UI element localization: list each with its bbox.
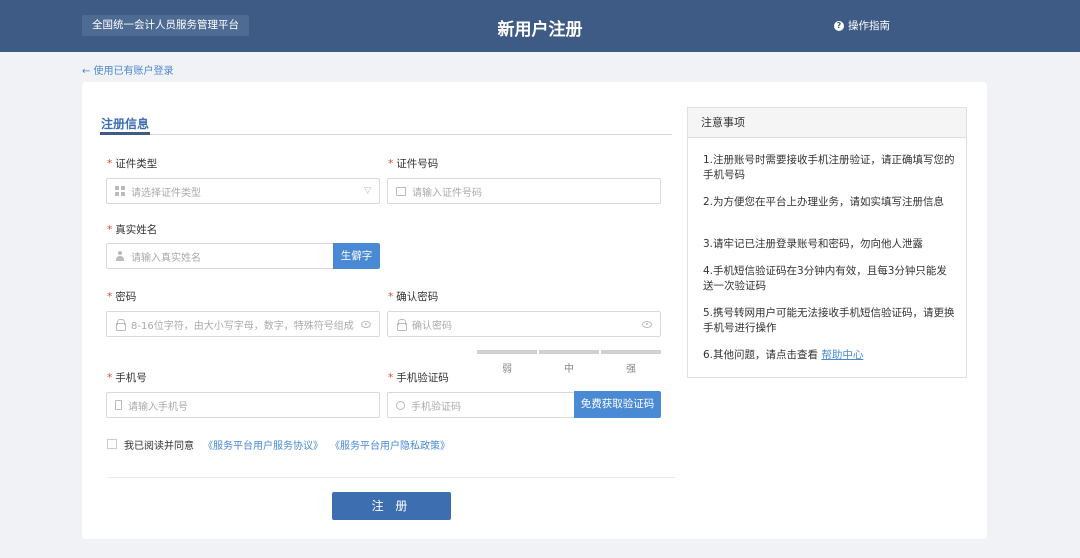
strength-label-medium: 中 <box>564 364 574 375</box>
operation-guide-link[interactable]: ? 操作指南 <box>834 18 890 33</box>
note-item-text: 6.其他问题，请点击查看 <box>703 349 819 361</box>
page-title: 新用户注册 <box>497 20 583 40</box>
phone-icon <box>115 400 122 410</box>
confirm-password-label: * 确认密码 <box>388 291 439 303</box>
strength-label-weak: 弱 <box>502 364 512 375</box>
password-input[interactable]: 8-16位字符，由大小写字母，数字，特殊符号组成 <box>106 311 380 337</box>
agreement-checkbox[interactable] <box>107 439 117 449</box>
register-button[interactable]: 注 册 <box>332 492 451 520</box>
note-item: 4.手机短信验证码在3分钟内有效，且每3分钟只能发送一次验证码 <box>703 265 947 292</box>
id-number-placeholder: 请输入证件号码 <box>412 187 482 199</box>
id-number-label: * 证件号码 <box>388 158 439 170</box>
top-header-bar: 全国统一会计人员服务管理平台 新用户注册 ? 操作指南 <box>0 0 1080 52</box>
note-item: 5.携号转网用户可能无法接收手机短信验证码，请更换手机号进行操作 <box>703 307 955 334</box>
user-icon <box>115 251 125 261</box>
sms-code-label: * 手机验证码 <box>388 372 449 384</box>
tab-registration-info: 注册信息 <box>101 117 150 131</box>
shield-check-icon <box>396 400 405 410</box>
id-type-select[interactable]: 请选择证件类型 ▽ <box>106 178 380 204</box>
lock-icon <box>115 319 126 331</box>
get-sms-code-button[interactable]: 免费获取验证码 <box>574 391 661 418</box>
phone-placeholder: 请输入手机号 <box>128 401 188 413</box>
agreement-text: 我已阅读并同意 <box>124 441 194 452</box>
notes-panel: 注意事项 1.注册账号时需要接收手机注册验证，请正确填写您的手机号码 2.为方便… <box>687 107 967 378</box>
strength-label-strong: 强 <box>626 364 636 375</box>
chevron-down-icon: ▽ <box>364 186 371 196</box>
note-item: 3.请牢记已注册登录账号和密码，勿向他人泄露 <box>703 238 924 250</box>
real-name-input[interactable]: 请输入真实姓名 <box>106 243 334 269</box>
lock-icon <box>396 319 407 331</box>
tab-divider <box>100 134 672 135</box>
phone-label: * 手机号 <box>107 372 147 384</box>
id-type-label: * 证件类型 <box>107 158 158 170</box>
id-card-icon <box>396 186 406 196</box>
id-number-input[interactable]: 请输入证件号码 <box>387 178 661 204</box>
real-name-label: * 真实姓名 <box>107 224 158 236</box>
grid-icon <box>115 186 125 196</box>
password-label: * 密码 <box>107 291 137 303</box>
form-divider <box>107 477 676 478</box>
service-agreement-link[interactable]: 《服务平台用户服务协议》 <box>203 437 323 452</box>
notes-title: 注意事项 <box>688 108 966 138</box>
strength-bar-weak <box>477 350 537 354</box>
password-placeholder: 8-16位字符，由大小写字母，数字，特殊符号组成 <box>131 320 354 332</box>
sms-code-input[interactable]: 手机验证码 <box>387 392 575 418</box>
sms-code-placeholder: 手机验证码 <box>411 401 461 413</box>
operation-guide-label: 操作指南 <box>848 20 890 32</box>
note-item: 1.注册账号时需要接收手机注册验证，请正确填写您的手机号码 <box>703 154 955 181</box>
confirm-password-placeholder: 确认密码 <box>412 320 452 332</box>
confirm-password-input[interactable]: 确认密码 <box>387 311 661 337</box>
note-item: 6.其他问题，请点击查看 帮助中心 <box>703 348 955 363</box>
rare-character-button[interactable]: 生僻字 <box>333 243 380 269</box>
eye-icon[interactable] <box>361 320 371 328</box>
phone-input[interactable]: 请输入手机号 <box>106 392 380 418</box>
eye-icon[interactable] <box>642 320 652 328</box>
note-item: 2.为方便您在平台上办理业务，请如实填写注册信息 <box>703 196 945 208</box>
strength-bar-medium <box>539 350 599 354</box>
real-name-placeholder: 请输入真实姓名 <box>131 252 201 264</box>
question-circle-icon: ? <box>834 20 844 31</box>
id-type-placeholder: 请选择证件类型 <box>131 187 201 199</box>
back-to-login-link[interactable]: ← 使用已有账户登录 <box>82 62 174 77</box>
help-center-link[interactable]: 帮助中心 <box>821 349 863 361</box>
privacy-policy-link[interactable]: 《服务平台用户隐私政策》 <box>330 437 450 452</box>
tab-active-underline <box>100 132 150 135</box>
strength-bar-strong <box>601 350 661 354</box>
required-mark: * <box>107 158 113 170</box>
